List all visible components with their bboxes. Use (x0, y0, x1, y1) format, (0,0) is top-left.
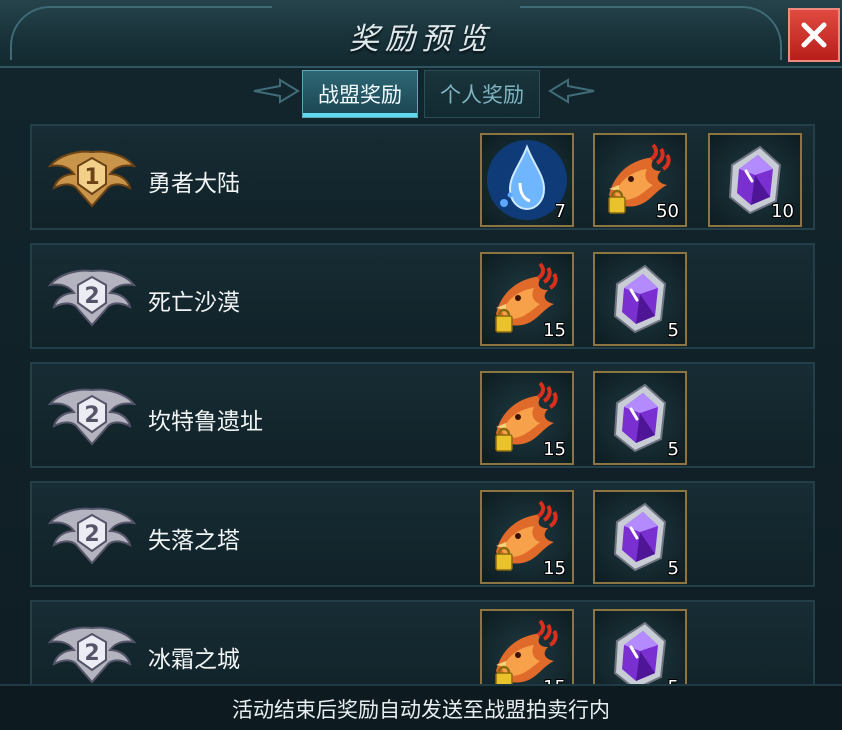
window-header: 奖励预览 (0, 0, 842, 68)
item-quantity: 5 (668, 677, 679, 684)
reward-row: 2 死亡沙漠 15 5 (30, 243, 815, 349)
zone-name: 冰霜之城 (148, 647, 240, 673)
reward-row: 2 冰霜之城 15 5 (30, 600, 815, 684)
item-quantity: 50 (656, 201, 679, 222)
rank-badge: 2 (46, 263, 138, 329)
reward-item-slot[interactable]: 5 (593, 371, 687, 465)
silver-medal-icon: 2 (47, 626, 137, 684)
reward-item-slot[interactable]: 15 (480, 252, 574, 346)
rank-number: 2 (84, 284, 99, 309)
silver-medal-icon: 2 (47, 388, 137, 446)
silver-medal-icon: 2 (47, 269, 137, 327)
phoenix-icon (495, 619, 558, 684)
reward-item-slot[interactable]: 5 (593, 609, 687, 684)
reward-item-slot[interactable]: 7 (480, 133, 574, 227)
rank-number: 2 (84, 641, 99, 666)
close-icon (801, 22, 827, 48)
rank-number: 1 (84, 165, 99, 190)
reward-list[interactable]: 1 勇者大陆 7 50 10 2 死亡沙漠 15 5 2 坎特鲁遗址 15 5 … (30, 124, 815, 684)
zone-name: 失落之塔 (148, 528, 240, 554)
reward-item-slot[interactable]: 15 (480, 609, 574, 684)
zone-name: 勇者大陆 (148, 171, 240, 197)
reward-row: 2 坎特鲁遗址 15 5 (30, 362, 815, 468)
gold-medal-icon: 1 (47, 150, 137, 208)
reward-item-slot[interactable]: 5 (593, 252, 687, 346)
tab-ornament-right (548, 78, 595, 104)
item-quantity: 15 (543, 677, 566, 684)
reward-item-slot[interactable]: 15 (480, 371, 574, 465)
footer-note: 活动结束后奖励自动发送至战盟拍卖行内 (232, 698, 610, 722)
item-quantity: 15 (543, 558, 566, 579)
rank-badge: 2 (46, 620, 138, 684)
purple-gem-icon (613, 621, 667, 684)
item-quantity: 7 (554, 201, 566, 222)
rank-number: 2 (84, 522, 99, 547)
window-title: 奖励预览 (349, 22, 493, 57)
item-quantity: 5 (667, 439, 679, 460)
footer-bar: 活动结束后奖励自动发送至战盟拍卖行内 (0, 684, 842, 730)
reward-row: 2 失落之塔 15 5 (30, 481, 815, 587)
rank-badge: 2 (46, 501, 138, 567)
rank-badge: 1 (46, 144, 138, 210)
reward-item-slot[interactable]: 50 (593, 133, 687, 227)
silver-medal-icon: 2 (47, 507, 137, 565)
reward-row: 1 勇者大陆 7 50 10 (30, 124, 815, 230)
item-quantity: 5 (667, 320, 679, 341)
item-quantity: 10 (771, 201, 794, 222)
reward-item-slot[interactable]: 15 (480, 490, 574, 584)
tab-ornament-left (253, 78, 300, 104)
item-quantity: 15 (543, 320, 566, 341)
zone-name: 死亡沙漠 (148, 290, 240, 316)
reward-item-slot[interactable]: 5 (593, 490, 687, 584)
zone-name: 坎特鲁遗址 (148, 409, 263, 435)
close-button[interactable] (788, 8, 840, 62)
item-quantity: 15 (543, 439, 566, 460)
rank-badge: 2 (46, 382, 138, 448)
item-quantity: 5 (667, 558, 679, 579)
reward-item-slot[interactable]: 10 (708, 133, 802, 227)
reward-preview-window: 奖励预览 战盟奖励 个人奖励 1 勇者大陆 7 50 10 2 死亡沙漠 15 … (0, 0, 842, 730)
tab-personal-reward[interactable]: 个人奖励 (424, 70, 540, 118)
rank-number: 2 (84, 403, 99, 428)
tab-alliance-reward[interactable]: 战盟奖励 (302, 70, 418, 118)
